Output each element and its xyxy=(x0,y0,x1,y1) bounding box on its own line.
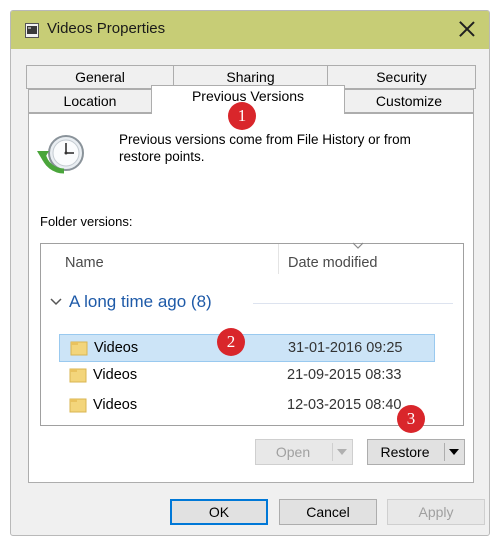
group-title: A long time ago (8) xyxy=(69,292,212,311)
chevron-down-icon xyxy=(50,298,62,306)
window-title: Videos Properties xyxy=(47,20,166,37)
split-separator xyxy=(444,443,445,461)
table-row[interactable]: Videos 21-09-2015 08:33 xyxy=(59,362,435,390)
dropdown-arrow-icon[interactable] xyxy=(449,449,459,455)
tab-customize[interactable]: Customize xyxy=(344,89,474,113)
apply-button[interactable]: Apply xyxy=(387,499,485,525)
open-button[interactable]: Open xyxy=(255,439,353,465)
split-separator xyxy=(332,443,333,461)
tab-location[interactable]: Location xyxy=(28,89,152,113)
versions-list[interactable]: Name Date modified A long time ago (8) V… xyxy=(40,242,464,426)
close-button[interactable] xyxy=(457,19,477,39)
group-header[interactable]: A long time ago (8) xyxy=(49,292,212,312)
folder-icon xyxy=(70,341,88,356)
properties-window: Videos Properties General Sharing Securi… xyxy=(10,10,490,536)
column-header-name[interactable]: Name xyxy=(65,255,104,271)
restore-button[interactable]: Restore xyxy=(367,439,465,465)
folder-versions-label: Folder versions: xyxy=(40,214,133,229)
sort-caret-icon xyxy=(352,242,364,249)
row-date: 12-03-2015 08:40 xyxy=(287,397,402,413)
restore-clock-icon xyxy=(37,135,84,174)
folder-properties-icon xyxy=(25,23,39,38)
row-date: 31-01-2016 09:25 xyxy=(288,340,403,356)
ok-button[interactable]: OK xyxy=(170,499,268,525)
annotation-badge: 3 xyxy=(397,405,425,433)
annotation-badge: 2 xyxy=(217,328,245,356)
folder-icon xyxy=(69,398,87,413)
row-date: 21-09-2015 08:33 xyxy=(287,367,402,383)
cancel-button[interactable]: Cancel xyxy=(279,499,377,525)
restore-button-label: Restore xyxy=(380,444,430,460)
dropdown-arrow-icon[interactable] xyxy=(337,449,347,455)
row-name: Videos xyxy=(93,397,138,413)
table-row[interactable]: Videos 12-03-2015 08:40 xyxy=(59,392,435,420)
column-separator xyxy=(278,244,279,274)
column-header-date-modified[interactable]: Date modified xyxy=(288,255,377,271)
open-button-label: Open xyxy=(275,444,311,460)
table-row[interactable]: Videos 31-01-2016 09:25 xyxy=(59,334,435,362)
row-name: Videos xyxy=(93,367,138,383)
folder-icon xyxy=(69,368,87,383)
group-divider xyxy=(253,303,453,304)
title-bar: Videos Properties xyxy=(11,11,489,49)
annotation-badge: 1 xyxy=(228,102,256,130)
tab-security[interactable]: Security xyxy=(327,65,476,89)
info-text: Previous versions come from File History… xyxy=(119,132,411,164)
row-name: Videos xyxy=(94,340,139,356)
